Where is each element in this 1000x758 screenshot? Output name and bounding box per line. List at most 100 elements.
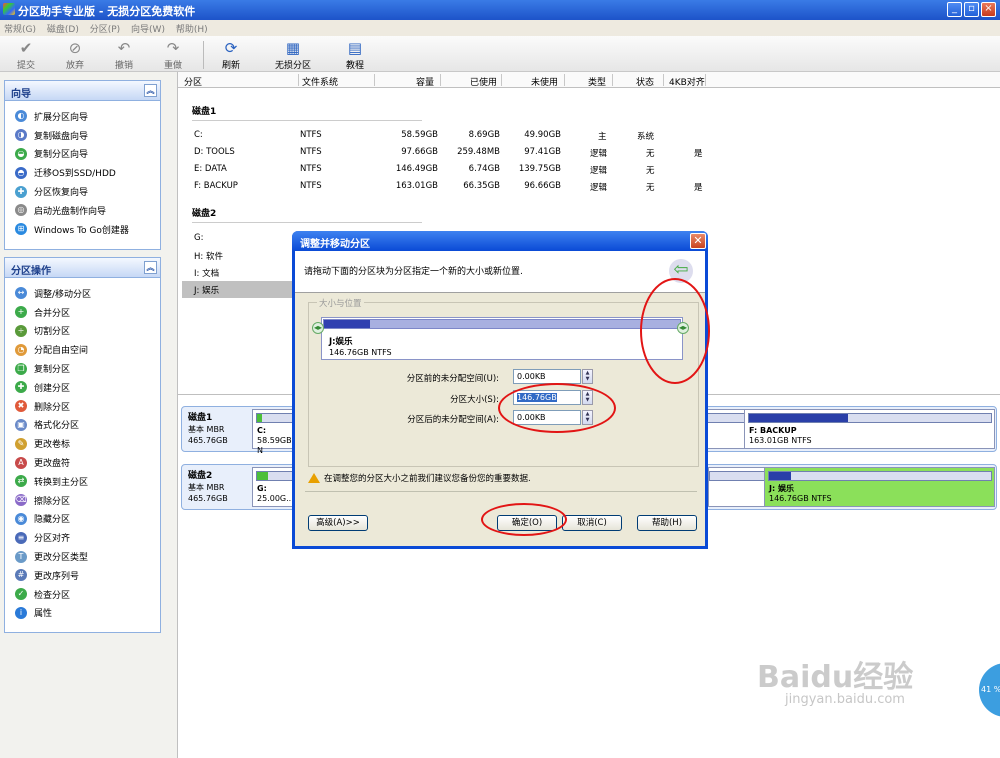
title-bar: 分区助手专业版 - 无损分区免费软件 _ ▫ × [0, 0, 1000, 20]
cell-free: 97.41GB [524, 147, 561, 157]
before-space-spinner[interactable]: ▲ ▼ [582, 369, 593, 384]
op-convert-primary[interactable]: ⇄ 转换到主分区 [5, 472, 160, 491]
commit-label: 提交 [16, 61, 35, 71]
wizard-item-migrate-os[interactable]: ◓ 迁移OS到SSD/HDD [5, 163, 160, 182]
cancel-button[interactable]: 取消(C) [562, 515, 622, 531]
annotation-oval-ok [481, 503, 567, 536]
cell-name: J: 娱乐 [194, 286, 220, 296]
table-row[interactable]: F: BACKUP NTFS 163.01GB 66.35GB 96.66GB … [178, 178, 1000, 195]
wizard-item-recovery[interactable]: ✚ 分区恢复向导 [5, 182, 160, 201]
left-resize-handle-icon[interactable]: ◂▸ [312, 322, 324, 334]
wizard-item-bootable-media[interactable]: ◎ 启动光盘制作向导 [5, 201, 160, 220]
menu-general[interactable]: 常规(G) [0, 20, 40, 37]
op-hide[interactable]: ◉ 隐藏分区 [5, 510, 160, 529]
disk1-partition-c[interactable]: C: 58.59GB N [252, 409, 296, 455]
wizard-item-label: 分区恢复向导 [34, 188, 89, 199]
collapse-icon[interactable]: ︽ [144, 84, 157, 97]
undo-button[interactable]: ↶ 撤销 [110, 40, 138, 71]
cell-name: H: 软件 [194, 252, 223, 262]
minimize-button[interactable]: _ [947, 2, 962, 17]
table-row[interactable]: D: TOOLS NTFS 97.66GB 259.48MB 97.41GB 逻… [178, 144, 1000, 161]
table-row-selected[interactable]: J: 娱乐 [182, 281, 302, 298]
warning-text: 在调整您的分区大小之前我们建议您备份您的重要数据. [324, 474, 531, 484]
tutorial-button[interactable]: ▤ 教程 [340, 40, 370, 71]
discard-button[interactable]: ⊘ 放弃 [60, 40, 90, 71]
window-title: 分区助手专业版 - 无损分区免费软件 [18, 5, 196, 18]
table-row[interactable]: C: NTFS 58.59GB 8.69GB 49.90GB 主 系统 [178, 127, 1000, 144]
disk2-partition-g[interactable]: G: 25.00G... [252, 467, 296, 507]
col-free[interactable]: 未使用 [531, 75, 558, 88]
redo-button[interactable]: ↷ 重做 [159, 40, 187, 71]
wizard-item-copy-disk[interactable]: ◑ 复制磁盘向导 [5, 126, 160, 145]
disk2-card-kind: 基本 MBR [188, 483, 225, 492]
drive-letter-icon: A [15, 456, 27, 469]
disk1-label: 磁盘1 [192, 107, 217, 117]
col-status[interactable]: 状态 [636, 75, 654, 88]
partition-resize-block[interactable]: J:娱乐 146.76GB NTFS [321, 317, 683, 360]
cell-capacity: 97.66GB [401, 147, 438, 157]
op-label: 切割分区 [34, 327, 71, 338]
op-split[interactable]: ÷ 切割分区 [5, 322, 160, 341]
collapse-icon[interactable]: ︽ [144, 261, 157, 274]
partition-size: 146.76GB NTFS [769, 494, 832, 503]
before-space-input[interactable]: 0.00KB [513, 369, 581, 384]
cell-used: 8.69GB [468, 130, 500, 140]
col-used[interactable]: 已使用 [470, 75, 497, 88]
op-label: 复制分区 [34, 365, 71, 376]
disk2-divider [192, 222, 422, 223]
usage-fill [749, 414, 849, 422]
op-wipe[interactable]: ⌫ 擦除分区 [5, 491, 160, 510]
op-copy[interactable]: ❐ 复制分区 [5, 359, 160, 378]
menu-wizard[interactable]: 向导(W) [127, 20, 169, 37]
disk1-partition-f[interactable]: F: BACKUP 163.01GB NTFS [744, 409, 995, 449]
menu-help[interactable]: 帮助(H) [172, 20, 212, 37]
wizard-item-windows-to-go[interactable]: ⊞ Windows To Go创建器 [5, 220, 160, 239]
menu-disk[interactable]: 磁盘(D) [43, 20, 83, 37]
op-check[interactable]: ✓ 检查分区 [5, 585, 160, 604]
nondestructive-partition-button[interactable]: ▦ 无损分区 [270, 40, 316, 71]
op-delete[interactable]: ✖ 删除分区 [5, 397, 160, 416]
table-row[interactable]: E: DATA NTFS 146.49GB 6.74GB 139.75GB 逻辑… [178, 161, 1000, 178]
col-filesystem[interactable]: 文件系统 [302, 75, 338, 88]
disk2-partition-i[interactable] [708, 467, 768, 507]
partition-name: C: [257, 426, 267, 435]
op-allocate-free-space[interactable]: ◔ 分配自由空间 [5, 340, 160, 359]
wizard-item-copy-partition[interactable]: ◒ 复制分区向导 [5, 145, 160, 164]
wizard-panel: 向导 ︽ ◐ 扩展分区向导 ◑ 复制磁盘向导 ◒ 复制分区向导 ◓ 迁移OS到SSD/H… [4, 80, 161, 250]
op-merge[interactable]: + 合并分区 [5, 303, 160, 322]
serial-icon: # [15, 569, 27, 582]
commit-button[interactable]: ✔ 提交 [12, 40, 40, 71]
disc-icon: ◎ [15, 204, 27, 217]
advanced-button[interactable]: 高级(A)>> [308, 515, 368, 531]
restore-button[interactable]: ▫ [964, 2, 979, 17]
op-label: 更改盘符 [34, 459, 71, 470]
partition-ops-title: 分区操作 [11, 266, 51, 277]
op-resize-move[interactable]: ↔ 调整/移动分区 [5, 284, 160, 303]
op-change-type[interactable]: T 更改分区类型 [5, 547, 160, 566]
col-capacity[interactable]: 容量 [416, 75, 434, 88]
op-change-drive-letter[interactable]: A 更改盘符 [5, 453, 160, 472]
col-4kb-align[interactable]: 4KB对齐 [669, 75, 705, 88]
dialog-close-button[interactable]: ✕ [690, 233, 706, 249]
col-type[interactable]: 类型 [588, 75, 606, 88]
cell-capacity: 163.01GB [395, 181, 438, 191]
col-partition[interactable]: 分区 [184, 75, 202, 88]
op-format[interactable]: ▣ 格式化分区 [5, 416, 160, 435]
menu-partition[interactable]: 分区(P) [86, 20, 124, 37]
size-label: 分区大小(S): [450, 395, 499, 405]
checkmark-icon: ✔ [19, 39, 33, 57]
wipe-icon: ⌫ [15, 494, 27, 507]
close-button[interactable]: × [981, 2, 996, 17]
op-change-serial[interactable]: # 更改序列号 [5, 566, 160, 585]
tutorial-icon: ▤ [347, 39, 363, 57]
op-create[interactable]: ✚ 创建分区 [5, 378, 160, 397]
cell-capacity: 58.59GB [401, 130, 438, 140]
merge-icon: + [15, 306, 27, 319]
disk2-partition-j[interactable]: J: 娱乐 146.76GB NTFS [764, 467, 995, 507]
op-change-label[interactable]: ✎ 更改卷标 [5, 434, 160, 453]
op-align[interactable]: ≡ 分区对齐 [5, 528, 160, 547]
refresh-button[interactable]: ⟳ 刷新 [216, 40, 246, 71]
wizard-item-extend[interactable]: ◐ 扩展分区向导 [5, 107, 160, 126]
help-button[interactable]: 帮助(H) [637, 515, 697, 531]
op-properties[interactable]: i 属性 [5, 604, 160, 623]
